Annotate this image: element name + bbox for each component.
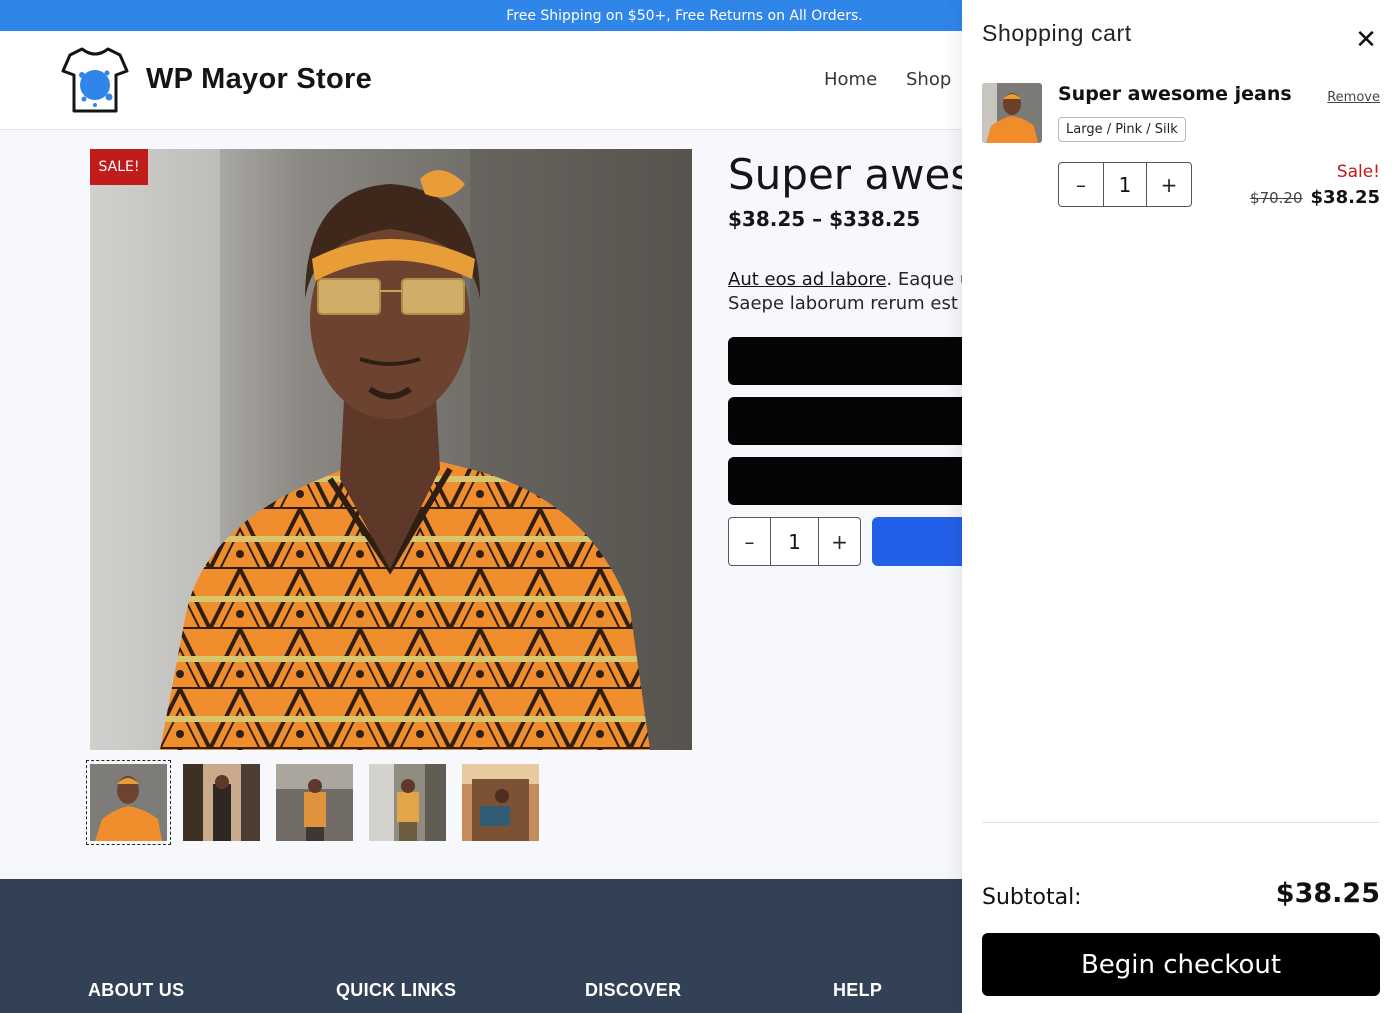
- cart-quantity-stepper[interactable]: – 1 +: [1058, 162, 1192, 207]
- cart-item-name[interactable]: Super awesome jeans: [1058, 83, 1292, 105]
- subtotal-value: $38.25: [1275, 878, 1380, 909]
- cart-item-sale-label: Sale!: [1336, 162, 1380, 182]
- subtotal-label: Subtotal:: [982, 885, 1082, 910]
- close-icon[interactable]: ✕: [1354, 25, 1378, 55]
- cart-item-prices: $70.20 $38.25: [1250, 187, 1380, 208]
- drawer-backdrop[interactable]: [0, 0, 962, 1013]
- cart-drawer: Shopping cart ✕ Super awesome jeans Remo…: [962, 0, 1400, 1013]
- cart-quantity-value[interactable]: 1: [1103, 163, 1147, 206]
- plus-icon[interactable]: +: [1147, 163, 1191, 206]
- cart-item-price: $38.25: [1310, 187, 1380, 208]
- begin-checkout-button[interactable]: Begin checkout: [982, 933, 1380, 996]
- remove-button[interactable]: Remove: [1327, 90, 1380, 105]
- minus-icon[interactable]: –: [1059, 163, 1103, 206]
- cart-item-variant: Large / Pink / Silk: [1058, 117, 1186, 142]
- cart-item-thumbnail[interactable]: [982, 83, 1042, 143]
- cart-item-old-price: $70.20: [1250, 189, 1303, 207]
- cart-title: Shopping cart: [982, 20, 1132, 46]
- drawer-divider: [982, 822, 1380, 823]
